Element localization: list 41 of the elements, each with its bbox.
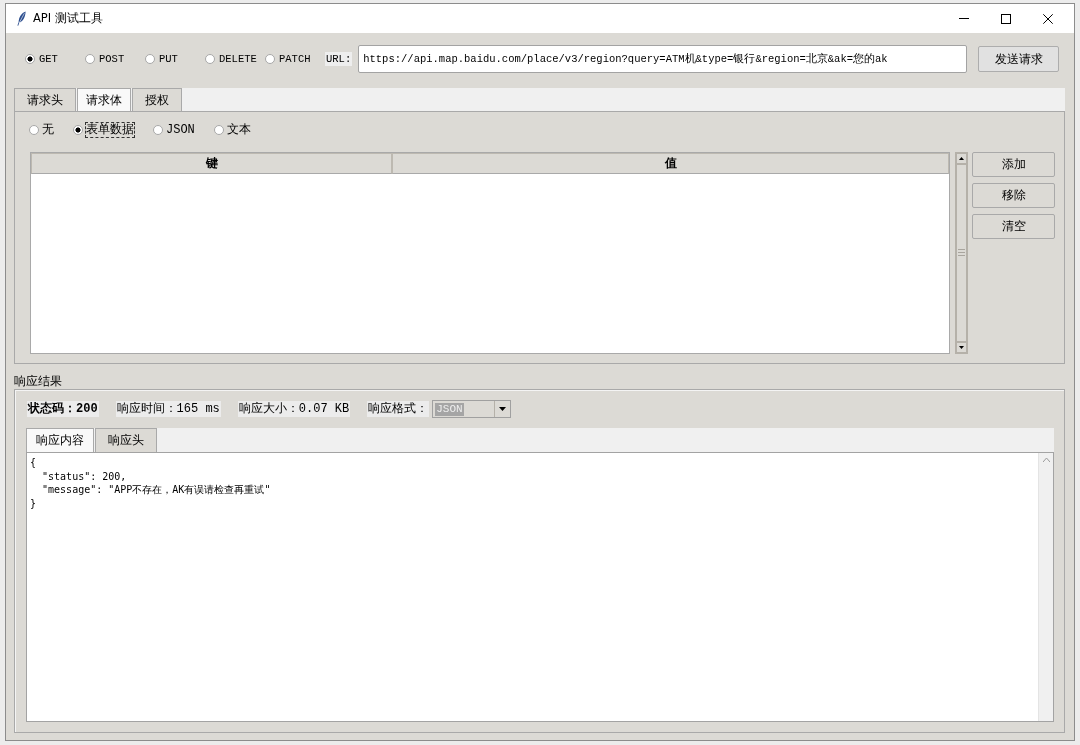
scrollbar[interactable]	[955, 152, 968, 354]
code-line: "message": "APP不存在，AK有误请检查再重试"	[41, 483, 272, 497]
response-size-label: 响应大小：0.07 KB	[237, 401, 351, 417]
feather-icon	[17, 11, 26, 26]
body-type-radio[interactable]: 文本	[213, 123, 251, 137]
format-label: 响应格式：	[367, 401, 430, 417]
send-button[interactable]: 发送请求	[978, 46, 1060, 72]
caret-icon	[499, 407, 507, 411]
method-radio[interactable]: PUT	[145, 53, 203, 65]
method-radio[interactable]: POST	[85, 53, 143, 65]
maximize-icon	[1001, 13, 1011, 24]
method-radio[interactable]: DELETE	[205, 53, 263, 65]
close-icon	[1043, 13, 1053, 24]
method-radio[interactable]: PATCH	[265, 53, 323, 65]
scroll-up-icon[interactable]	[956, 153, 967, 164]
response-time-label: 响应时间：165 ms	[115, 401, 221, 417]
url-input[interactable]: https://api.map.baidu.com/place/v3/region?query=ATM机&type=银行&region=北京&ak=您的ak	[358, 45, 968, 73]
table-action-button[interactable]: 清空	[972, 214, 1055, 239]
column-header[interactable]: 值	[392, 153, 949, 174]
url-label: URL:	[325, 52, 353, 66]
table-action-button[interactable]: 添加	[972, 152, 1055, 177]
scroll-down-icon[interactable]	[956, 342, 967, 353]
column-header[interactable]: 键	[31, 153, 392, 174]
tab[interactable]: 请求头	[14, 88, 76, 111]
code-line: {	[30, 456, 38, 470]
body-type-radio[interactable]: 无	[29, 123, 54, 137]
table-action-button[interactable]: 移除	[972, 183, 1055, 208]
section-title: 响应结果	[14, 373, 62, 389]
tab[interactable]: 授权	[132, 88, 182, 111]
code-line: }	[30, 496, 38, 510]
minimize-icon	[959, 18, 969, 19]
scrollbar-thumb[interactable]	[956, 164, 967, 342]
tab[interactable]: 响应头	[95, 428, 157, 452]
window-title: API 测试工具	[33, 11, 103, 26]
method-radio[interactable]: GET	[25, 53, 83, 65]
tab[interactable]: 响应内容	[26, 428, 94, 452]
code-line: "status": 200,	[41, 469, 128, 483]
tab[interactable]: 请求体	[77, 88, 131, 111]
body-type-radio[interactable]: 表单数据	[73, 123, 134, 137]
body-type-radio[interactable]: JSON	[153, 123, 195, 137]
status-code-label: 状态码：200	[27, 401, 99, 417]
